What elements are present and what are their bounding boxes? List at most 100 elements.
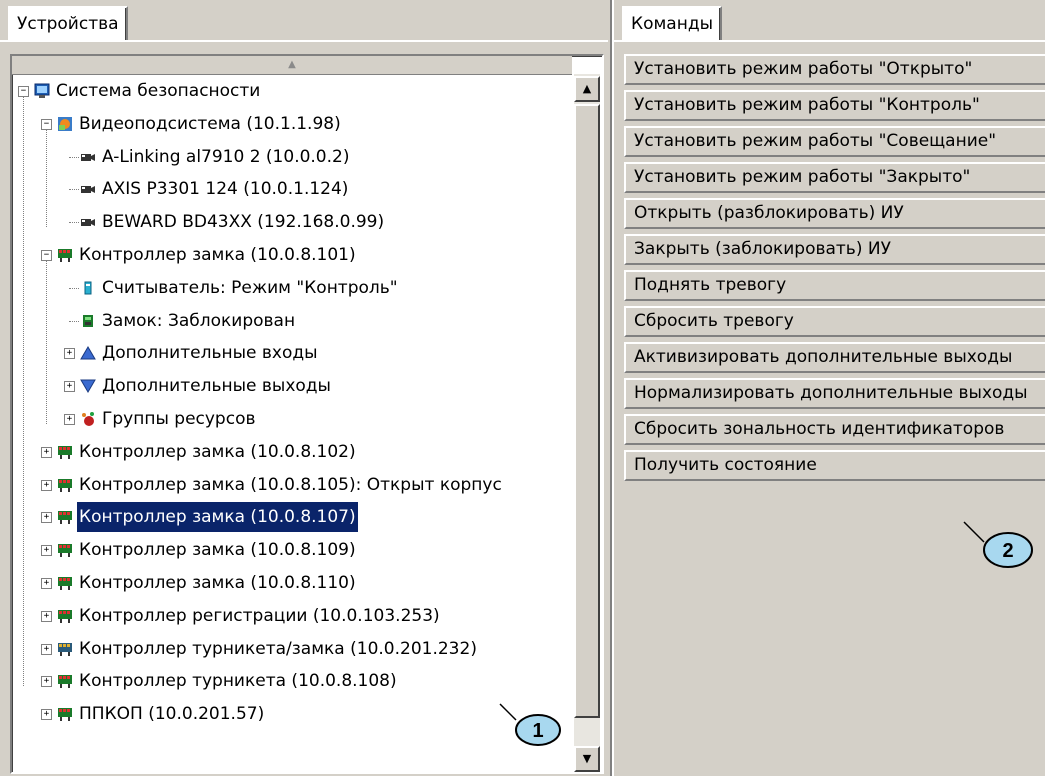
tree-node-label: Контроллер замка (10.0.8.109) bbox=[79, 540, 356, 561]
expand-icon[interactable]: + bbox=[41, 676, 52, 688]
expand-icon[interactable]: + bbox=[64, 414, 75, 425]
expand-icon[interactable]: + bbox=[41, 610, 52, 622]
tree-node-label: Контроллер турникета/замка (10.0.201.232… bbox=[79, 638, 477, 659]
outputs-icon bbox=[80, 379, 96, 394]
callout-2-label: 2 bbox=[1002, 540, 1013, 562]
video-subsystem-icon bbox=[58, 116, 72, 131]
tree-node[interactable]: A-Linking al7910 2 (10.0.0.2) bbox=[12, 142, 572, 172]
resource-groups-icon bbox=[82, 412, 94, 426]
expand-icon[interactable]: + bbox=[41, 446, 52, 458]
tree-scrollbar[interactable]: ▲ ▼ bbox=[574, 74, 600, 772]
controller-icon bbox=[58, 445, 72, 459]
tree-node[interactable]: + Дополнительные входы bbox=[12, 338, 572, 368]
tree-node-label: Дополнительные входы bbox=[102, 343, 318, 364]
command-button[interactable]: Установить режим работы "Открыто" bbox=[624, 54, 1045, 85]
tree-node[interactable]: Считыватель: Режим "Контроль" bbox=[12, 273, 572, 303]
tree-connector bbox=[69, 156, 79, 158]
controller-icon bbox=[58, 478, 72, 492]
camera-icon bbox=[81, 153, 95, 161]
tree-node-label: Контроллер замка (10.0.8.105): Открыт ко… bbox=[79, 474, 502, 495]
tree-node[interactable]: AXIS P3301 124 (10.0.1.124) bbox=[12, 174, 572, 204]
tree-node-label: Контроллер замка (10.0.8.101) bbox=[79, 245, 356, 265]
lock-icon bbox=[83, 314, 93, 327]
tree-node[interactable]: Замок: Заблокирован bbox=[12, 306, 572, 336]
command-button[interactable]: Получить состояние bbox=[624, 450, 1045, 481]
tree-node-label: Контроллер замка (10.0.8.102) bbox=[79, 441, 356, 462]
tree-node[interactable]: + ППКОП (10.0.201.57) bbox=[12, 699, 572, 729]
tree-node[interactable]: BEWARD BD43XX (192.168.0.99) bbox=[12, 207, 572, 237]
controller-icon bbox=[58, 577, 72, 590]
expand-icon[interactable]: + bbox=[41, 545, 52, 557]
scroll-up-button[interactable]: ▲ bbox=[574, 76, 600, 102]
tree-node[interactable]: + Контроллер замка (10.0.8.105): Открыт к… bbox=[12, 470, 572, 500]
expand-icon[interactable]: + bbox=[41, 643, 52, 655]
tree-node[interactable]: + Контроллер регистрации (10.0.103.253) bbox=[12, 601, 572, 631]
tree-node-label: Видеоподсистема (10.1.1.98) bbox=[79, 113, 341, 134]
tab-devices[interactable]: Устройства bbox=[8, 6, 128, 40]
tree-node-label: Контроллер турникета (10.0.8.108) bbox=[79, 671, 397, 692]
tree-node-label: Замок: Заблокирован bbox=[102, 310, 296, 331]
controller-icon bbox=[58, 249, 72, 262]
tree-node-label: AXIS P3301 124 (10.0.1.124) bbox=[102, 179, 349, 200]
tree-node-label: Считыватель: Режим "Контроль" bbox=[102, 277, 398, 298]
callout-2: 2 bbox=[963, 521, 1033, 568]
tree-node[interactable]: + Группы ресурсов bbox=[12, 404, 572, 434]
expand-icon[interactable]: + bbox=[64, 381, 75, 393]
devices-panel: Устройства ▲ − Система безопасности − Видео… bbox=[0, 0, 608, 776]
tree-connector bbox=[23, 96, 24, 687]
inputs-icon bbox=[80, 346, 96, 360]
tree-node[interactable]: + Контроллер турникета/замка (10.0.201.23… bbox=[12, 634, 572, 664]
tree-node-label: BEWARD BD43XX (192.168.0.99) bbox=[102, 212, 385, 233]
command-button[interactable]: Закрыть (заблокировать) ИУ bbox=[624, 234, 1045, 265]
tree-node[interactable]: + Контроллер замка (10.0.8.102) bbox=[12, 437, 572, 467]
tree-node-label: Дополнительные выходы bbox=[102, 376, 331, 397]
tree-connector bbox=[69, 222, 79, 224]
tree-node[interactable]: + Дополнительные выходы bbox=[12, 371, 572, 401]
tree-connector bbox=[69, 287, 79, 289]
command-button[interactable]: Активизировать дополнительные выходы bbox=[624, 342, 1045, 373]
command-button[interactable]: Сбросить тревогу bbox=[624, 306, 1045, 337]
tree-node-label: Группы ресурсов bbox=[102, 409, 256, 429]
tree-node-label: A-Linking al7910 2 (10.0.0.2) bbox=[102, 146, 350, 167]
tab-commands[interactable]: Команды bbox=[622, 6, 723, 40]
system-icon bbox=[34, 83, 50, 98]
tree-node-label: Контроллер замка (10.0.8.107) bbox=[77, 502, 358, 533]
tree-connector bbox=[69, 320, 79, 322]
tree-node[interactable]: + Контроллер замка (10.0.8.107) bbox=[12, 502, 572, 533]
expand-icon[interactable]: + bbox=[41, 479, 52, 491]
tree-node-label: Контроллер замка (10.0.8.110) bbox=[79, 573, 356, 593]
device-tree[interactable]: ▲ − Система безопасности − Видеоподсистема … bbox=[10, 54, 604, 774]
tree-node[interactable]: + Контроллер турникета (10.0.8.108) bbox=[12, 666, 572, 696]
expand-icon[interactable]: + bbox=[41, 512, 52, 524]
camera-icon bbox=[81, 186, 95, 194]
command-button[interactable]: Открыть (разблокировать) ИУ bbox=[624, 198, 1045, 229]
tree-node[interactable]: + Контроллер замка (10.0.8.109) bbox=[12, 535, 572, 565]
command-button[interactable]: Сбросить зональность идентификаторов bbox=[624, 414, 1045, 445]
tree-node-label: ППКОП (10.0.201.57) bbox=[79, 704, 265, 725]
tree-node[interactable]: + Контроллер замка (10.0.8.110) bbox=[12, 568, 572, 598]
tree-node-label: Система безопасности bbox=[56, 81, 261, 101]
command-button[interactable]: Установить режим работы "Закрыто" bbox=[624, 162, 1045, 193]
command-button[interactable]: Установить режим работы "Контроль" bbox=[624, 90, 1045, 121]
tree-node[interactable]: − Контроллер замка (10.0.8.101) bbox=[12, 240, 572, 270]
scroll-down-button[interactable]: ▼ bbox=[574, 746, 600, 772]
command-button[interactable]: Поднять тревогу bbox=[624, 270, 1045, 301]
controller-icon bbox=[58, 544, 72, 558]
expand-icon[interactable]: + bbox=[41, 709, 52, 721]
tree-header[interactable]: ▲ bbox=[12, 56, 572, 75]
scroll-thumb[interactable] bbox=[574, 104, 600, 718]
command-button[interactable]: Нормализировать дополнительные выходы bbox=[624, 378, 1045, 409]
expand-icon[interactable]: + bbox=[64, 348, 75, 360]
tree-node[interactable]: − Система безопасности bbox=[12, 76, 572, 106]
reader-icon bbox=[84, 281, 92, 295]
expand-icon[interactable]: + bbox=[41, 578, 52, 589]
controller-icon bbox=[58, 708, 72, 722]
tree-node[interactable]: − Видеоподсистема (10.1.1.98) bbox=[12, 109, 572, 139]
tree-node-label: Контроллер регистрации (10.0.103.253) bbox=[79, 605, 440, 626]
command-button[interactable]: Установить режим работы "Совещание" bbox=[624, 126, 1045, 157]
tab-strip-divider bbox=[0, 40, 608, 42]
controller-icon bbox=[58, 675, 72, 689]
command-list: Установить режим работы "Открыто" Установ… bbox=[624, 54, 1045, 486]
callout-1-label: 1 bbox=[532, 720, 543, 742]
commands-panel: Команды Установить режим работы "Открыто… bbox=[612, 0, 1045, 776]
